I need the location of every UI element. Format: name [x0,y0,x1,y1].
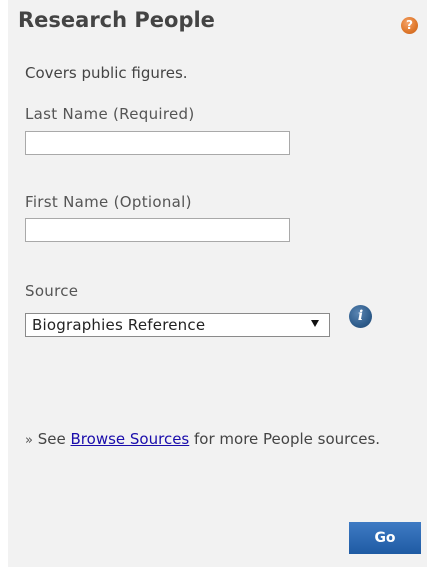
last-name-input[interactable] [25,131,290,155]
raquo-glyph: » [25,433,33,448]
panel-description: Covers public figures. [25,64,188,82]
browse-see-text: See [37,430,66,448]
browse-sources-note: » See Browse Sources for more People sou… [25,425,425,455]
info-circle-icon[interactable]: i [349,305,372,328]
first-name-input[interactable] [25,218,290,242]
panel-title: Research People [18,8,215,32]
browse-sources-link[interactable]: Browse Sources [71,430,190,448]
source-selected-value: Biographies Reference [32,316,206,334]
source-select[interactable]: Biographies Reference [25,313,330,337]
chevron-down-icon [311,320,319,327]
last-name-label: Last Name (Required) [25,105,195,123]
first-name-label: First Name (Optional) [25,193,192,211]
browse-suffix-text: for more People sources. [194,430,381,448]
source-label: Source [25,282,79,300]
question-circle-icon[interactable]: ? [401,17,418,34]
go-button[interactable]: Go [349,522,421,554]
